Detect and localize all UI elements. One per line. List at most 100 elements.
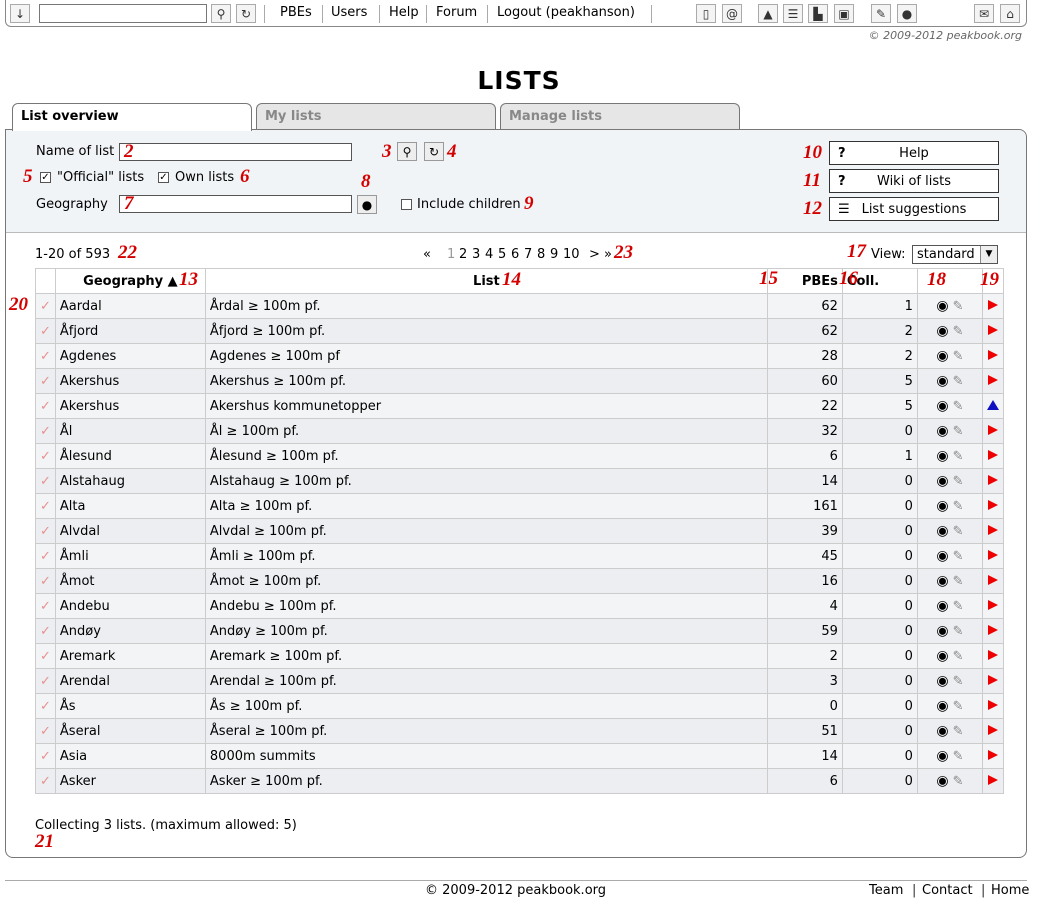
pager-page-7[interactable]: 7 (524, 247, 532, 262)
pin-icon[interactable]: ✎ (953, 324, 964, 339)
geography-input[interactable] (119, 195, 352, 213)
geography-cell[interactable]: Alstahaug (54, 468, 206, 494)
eye-icon[interactable]: ◉ (936, 498, 948, 514)
tab-list-overview[interactable]: List overview (12, 103, 252, 131)
list-name-cell[interactable]: Årdal ≥ 100m pf. (204, 293, 768, 319)
list-name-cell[interactable]: Alstahaug ≥ 100m pf. (204, 468, 768, 494)
expand-arrow-icon[interactable] (987, 424, 998, 435)
boot-icon[interactable]: ▙ (808, 4, 828, 23)
wiki-of-lists-button[interactable]: ? Wiki of lists (829, 169, 999, 193)
nav-users[interactable]: Users (331, 5, 367, 20)
search-icon[interactable]: ⚲ (211, 4, 231, 23)
expand-arrow-icon[interactable] (987, 599, 998, 610)
eye-icon[interactable]: ◉ (936, 323, 948, 339)
eye-icon[interactable]: ◉ (936, 298, 948, 314)
pin-icon[interactable]: ✎ (953, 699, 964, 714)
eye-icon[interactable]: ◉ (936, 723, 948, 739)
eye-icon[interactable]: ◉ (936, 748, 948, 764)
pager-first[interactable]: « (423, 247, 431, 262)
geography-cell[interactable]: Åmot (54, 568, 206, 594)
list-suggestions-button[interactable]: ☰ List suggestions (829, 197, 999, 221)
globe-icon[interactable]: ● (357, 195, 377, 214)
eye-icon[interactable]: ◉ (936, 348, 948, 364)
list-name-cell[interactable]: Åmli ≥ 100m pf. (204, 543, 768, 569)
pin-icon[interactable]: ✎ (953, 549, 964, 564)
header-list[interactable]: List (204, 268, 768, 294)
list-name-cell[interactable]: Ålesund ≥ 100m pf. (204, 443, 768, 469)
refresh-icon[interactable]: ↻ (236, 4, 256, 23)
geography-cell[interactable]: Alta (54, 493, 206, 519)
pin-icon[interactable]: ✎ (953, 399, 964, 414)
footer-link-team[interactable]: Team (869, 883, 903, 898)
list-name-cell[interactable]: Agdenes ≥ 100m pf (204, 343, 768, 369)
expand-arrow-icon[interactable] (987, 574, 998, 585)
list-name-cell[interactable]: Aremark ≥ 100m pf. (204, 643, 768, 669)
list-name-cell[interactable]: Åseral ≥ 100m pf. (204, 718, 768, 744)
mountain-icon[interactable]: ▲ (758, 4, 778, 23)
geography-cell[interactable]: Åmli (54, 543, 206, 569)
list-name-cell[interactable]: Åfjord ≥ 100m pf. (204, 318, 768, 344)
pin-icon[interactable]: ✎ (953, 499, 964, 514)
geography-cell[interactable]: Asia (54, 743, 206, 769)
home-icon[interactable]: ⌂ (1000, 4, 1020, 23)
expand-arrow-icon[interactable] (987, 349, 998, 360)
nav-logout[interactable]: Logout (peakhanson) (497, 5, 635, 20)
pin-icon[interactable]: ✎ (953, 474, 964, 489)
header-pbes[interactable]: PBEs (766, 268, 843, 294)
picture-icon[interactable]: ▣ (834, 4, 854, 23)
pin-icon[interactable]: ✎ (953, 449, 964, 464)
list-name-cell[interactable]: Ål ≥ 100m pf. (204, 418, 768, 444)
pin-icon[interactable]: ✎ (871, 4, 891, 23)
reset-icon[interactable]: ↻ (424, 142, 444, 161)
official-lists-checkbox[interactable]: ✓ (40, 172, 51, 183)
pin-icon[interactable]: ✎ (953, 374, 964, 389)
list-name-cell[interactable]: Alvdal ≥ 100m pf. (204, 518, 768, 544)
geography-cell[interactable]: Ålesund (54, 443, 206, 469)
pin-icon[interactable]: ✎ (953, 599, 964, 614)
list-icon[interactable]: ☰ (783, 4, 803, 23)
expand-arrow-icon[interactable] (987, 724, 998, 735)
search-icon[interactable]: ⚲ (397, 142, 417, 161)
eye-icon[interactable]: ◉ (936, 648, 948, 664)
footer-link-contact[interactable]: Contact (922, 883, 973, 898)
geography-cell[interactable]: Alvdal (54, 518, 206, 544)
pager-page-4[interactable]: 4 (485, 247, 493, 262)
eye-icon[interactable]: ◉ (936, 548, 948, 564)
expand-arrow-icon[interactable] (987, 749, 998, 760)
expand-arrow-icon[interactable] (987, 649, 998, 660)
expand-arrow-icon[interactable] (987, 524, 998, 535)
pin-icon[interactable]: ✎ (953, 724, 964, 739)
eye-icon[interactable]: ◉ (936, 698, 948, 714)
nav-forum[interactable]: Forum (436, 5, 477, 20)
footer-link-home[interactable]: Home (991, 883, 1029, 898)
geography-cell[interactable]: Akershus (54, 368, 206, 394)
geography-cell[interactable]: Aardal (54, 293, 206, 319)
pager-page-9[interactable]: 9 (550, 247, 558, 262)
tab-my-lists[interactable]: My lists (256, 103, 496, 130)
expand-arrow-icon[interactable] (987, 549, 998, 560)
view-select[interactable]: standard ▼ (912, 245, 998, 264)
geography-cell[interactable]: Agdenes (54, 343, 206, 369)
pin-icon[interactable]: ✎ (953, 674, 964, 689)
eye-icon[interactable]: ◉ (936, 373, 948, 389)
pin-icon[interactable]: ✎ (953, 424, 964, 439)
include-children-checkbox[interactable] (401, 199, 412, 210)
list-name-cell[interactable]: Asker ≥ 100m pf. (204, 768, 768, 794)
pin-icon[interactable]: ✎ (953, 524, 964, 539)
expand-arrow-icon[interactable] (987, 474, 998, 485)
pin-icon[interactable]: ✎ (953, 299, 964, 314)
geography-cell[interactable]: Åseral (54, 718, 206, 744)
list-name-cell[interactable]: Akershus ≥ 100m pf. (204, 368, 768, 394)
eye-icon[interactable]: ◉ (936, 773, 948, 789)
geography-cell[interactable]: Aremark (54, 643, 206, 669)
pager-page-8[interactable]: 8 (537, 247, 545, 262)
globe-icon[interactable]: ● (897, 4, 917, 23)
geography-cell[interactable]: Arendal (54, 668, 206, 694)
eye-icon[interactable]: ◉ (936, 423, 948, 439)
collapse-up-icon[interactable] (986, 399, 999, 410)
pin-icon[interactable]: ✎ (953, 349, 964, 364)
list-name-cell[interactable]: Ås ≥ 100m pf. (204, 693, 768, 719)
list-name-cell[interactable]: Alta ≥ 100m pf. (204, 493, 768, 519)
expand-arrow-icon[interactable] (987, 774, 998, 785)
phone-icon[interactable]: ▯ (696, 4, 716, 23)
